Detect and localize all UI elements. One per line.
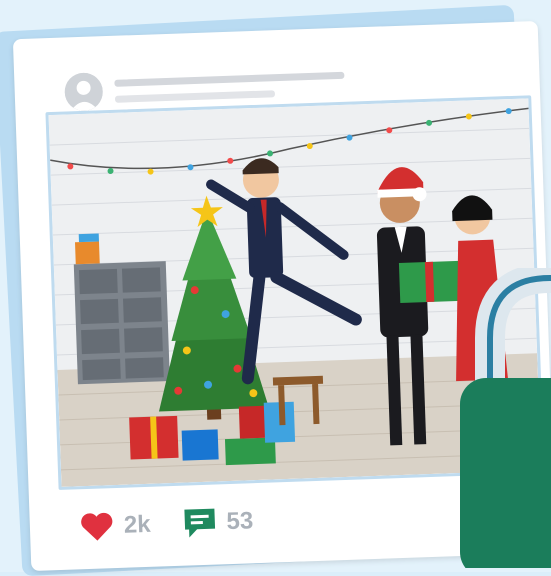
likes-count: 2k [123, 510, 152, 539]
post-actions-bar: 2k 53 [79, 505, 254, 543]
user-avatar-icon[interactable] [64, 72, 104, 112]
comments-count: 53 [226, 507, 254, 536]
heart-icon[interactable] [79, 511, 114, 542]
post-meta-placeholder [114, 90, 276, 103]
comment-bubble-icon[interactable] [160, 507, 217, 541]
padlock-icon [460, 262, 551, 576]
username-placeholder [114, 71, 345, 87]
